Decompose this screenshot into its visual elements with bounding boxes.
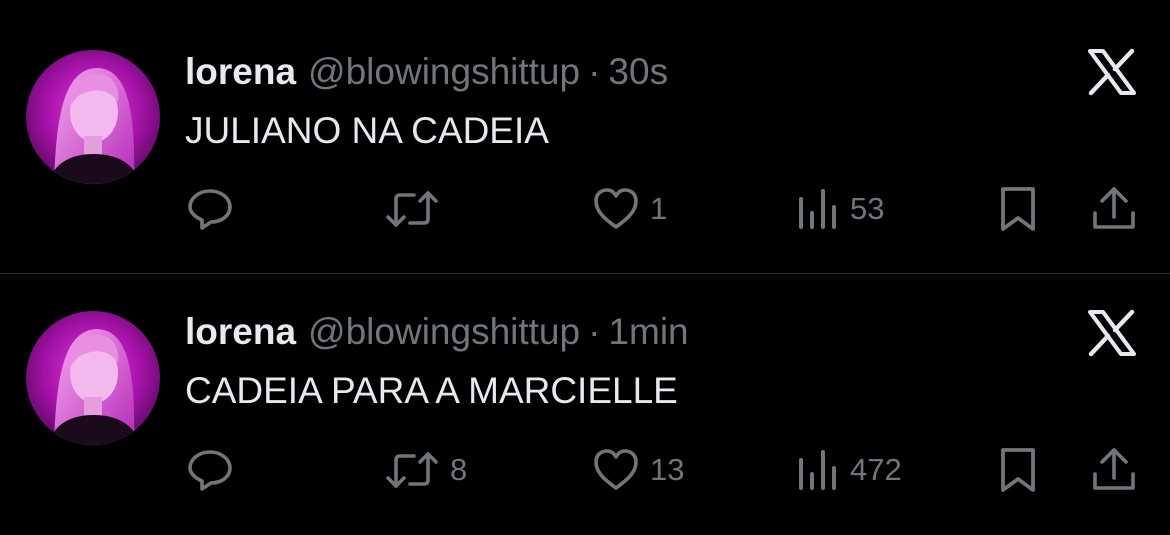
view-count: 53 xyxy=(850,191,885,226)
author-name[interactable]: lorena xyxy=(185,47,296,97)
avatar[interactable] xyxy=(26,311,160,445)
tweet-header: lorena @blowingshittup · 30s xyxy=(185,47,668,97)
tweet[interactable]: lorena @blowingshittup · 30s JULIANO NA … xyxy=(0,0,1170,260)
share-button[interactable] xyxy=(1090,445,1138,495)
x-logo-icon xyxy=(1086,309,1138,357)
reply-button[interactable] xyxy=(186,445,244,495)
author-name[interactable]: lorena xyxy=(185,307,296,357)
share-icon xyxy=(1090,446,1138,494)
author-handle[interactable]: @blowingshittup xyxy=(308,307,580,357)
retweet-icon xyxy=(384,185,440,233)
author-handle[interactable]: @blowingshittup xyxy=(308,47,580,97)
view-count: 472 xyxy=(850,452,902,487)
reply-icon xyxy=(186,446,234,494)
retweet-count: 8 xyxy=(450,452,468,487)
share-button[interactable] xyxy=(1090,184,1138,234)
like-count: 13 xyxy=(650,452,685,487)
separator-dot: · xyxy=(588,311,601,352)
tweet-text: JULIANO NA CADEIA xyxy=(185,110,549,151)
reply-icon xyxy=(186,185,234,233)
retweet-button[interactable] xyxy=(384,184,450,234)
timestamp[interactable]: 30s xyxy=(608,47,668,97)
separator-dot: · xyxy=(588,51,601,92)
x-logo-icon xyxy=(1086,48,1138,96)
heart-icon xyxy=(592,446,640,494)
bookmark-button[interactable] xyxy=(996,445,1040,495)
retweet-icon xyxy=(384,446,440,494)
avatar[interactable] xyxy=(26,50,160,184)
bookmark-icon xyxy=(996,185,1040,233)
tweet-divider xyxy=(0,273,1170,274)
views-icon xyxy=(796,446,840,494)
tweet-text: CADEIA PARA A MARCIELLE xyxy=(185,370,678,411)
bookmark-button[interactable] xyxy=(996,184,1040,234)
like-count: 1 xyxy=(650,191,668,226)
timestamp[interactable]: 1min xyxy=(608,307,688,357)
views-button[interactable]: 472 xyxy=(796,445,902,495)
views-button[interactable]: 53 xyxy=(796,184,884,234)
like-button[interactable]: 1 xyxy=(592,184,667,234)
like-button[interactable]: 13 xyxy=(592,445,684,495)
views-icon xyxy=(796,185,840,233)
bookmark-icon xyxy=(996,446,1040,494)
tweet-header: lorena @blowingshittup · 1min xyxy=(185,307,689,357)
tweet[interactable]: lorena @blowingshittup · 1min CADEIA PAR… xyxy=(0,275,1170,535)
heart-icon xyxy=(592,185,640,233)
reply-button[interactable] xyxy=(186,184,244,234)
retweet-button[interactable]: 8 xyxy=(384,445,467,495)
share-icon xyxy=(1090,185,1138,233)
